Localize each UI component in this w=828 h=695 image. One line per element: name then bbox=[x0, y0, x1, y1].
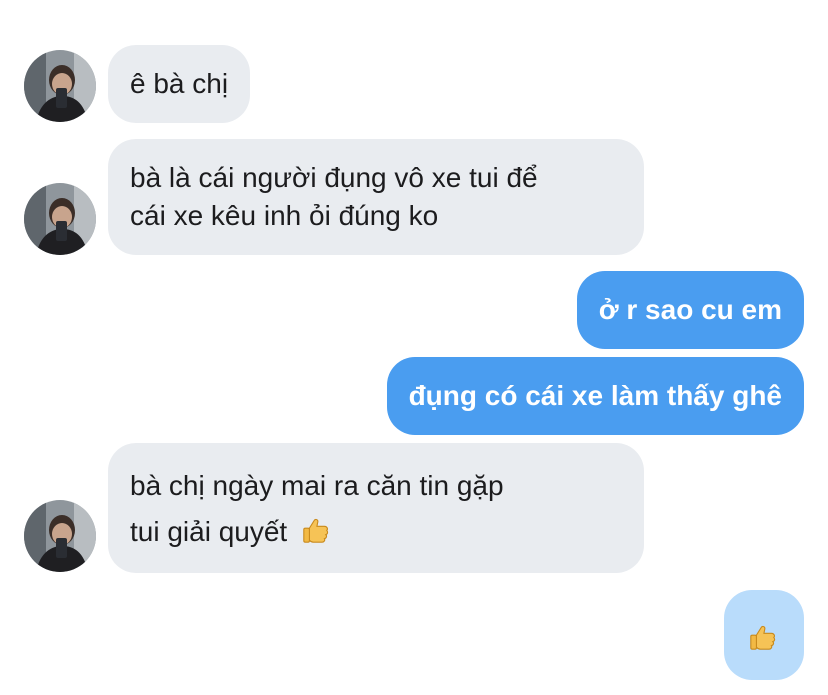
avatar[interactable] bbox=[24, 50, 96, 122]
thumbs-up-icon bbox=[301, 515, 331, 545]
message-text: cái xe kêu inh ỏi đúng ko bbox=[130, 200, 439, 231]
avatar-photo bbox=[24, 500, 96, 572]
message-bubble-incoming[interactable]: ê bà chị bbox=[108, 45, 251, 123]
message-bubble-incoming[interactable]: bà là cái người đụng vô xe tui để cái xe… bbox=[108, 139, 644, 255]
message-text: ê bà chị bbox=[130, 68, 229, 99]
message-text: tui giải quyết bbox=[130, 516, 288, 547]
avatar[interactable] bbox=[24, 500, 96, 572]
avatar-photo bbox=[24, 183, 96, 255]
message-bubble-outgoing[interactable]: đụng có cái xe làm thấy ghê bbox=[386, 357, 804, 435]
message-text: bà chị ngày mai ra căn tin gặp bbox=[130, 470, 504, 501]
message-text: đụng có cái xe làm thấy ghê bbox=[408, 380, 782, 411]
avatar[interactable] bbox=[24, 183, 96, 255]
avatar-photo bbox=[24, 50, 96, 122]
thumbs-up-icon bbox=[748, 622, 778, 652]
message-bubble-outgoing[interactable]: ở r sao cu em bbox=[576, 271, 804, 349]
message-text: ở r sao cu em bbox=[598, 294, 782, 325]
message-text: bà là cái người đụng vô xe tui để bbox=[130, 162, 538, 193]
message-bubble-outgoing-emoji[interactable] bbox=[724, 590, 804, 680]
message-bubble-incoming[interactable]: bà chị ngày mai ra căn tin gặp tui giải … bbox=[108, 443, 644, 573]
